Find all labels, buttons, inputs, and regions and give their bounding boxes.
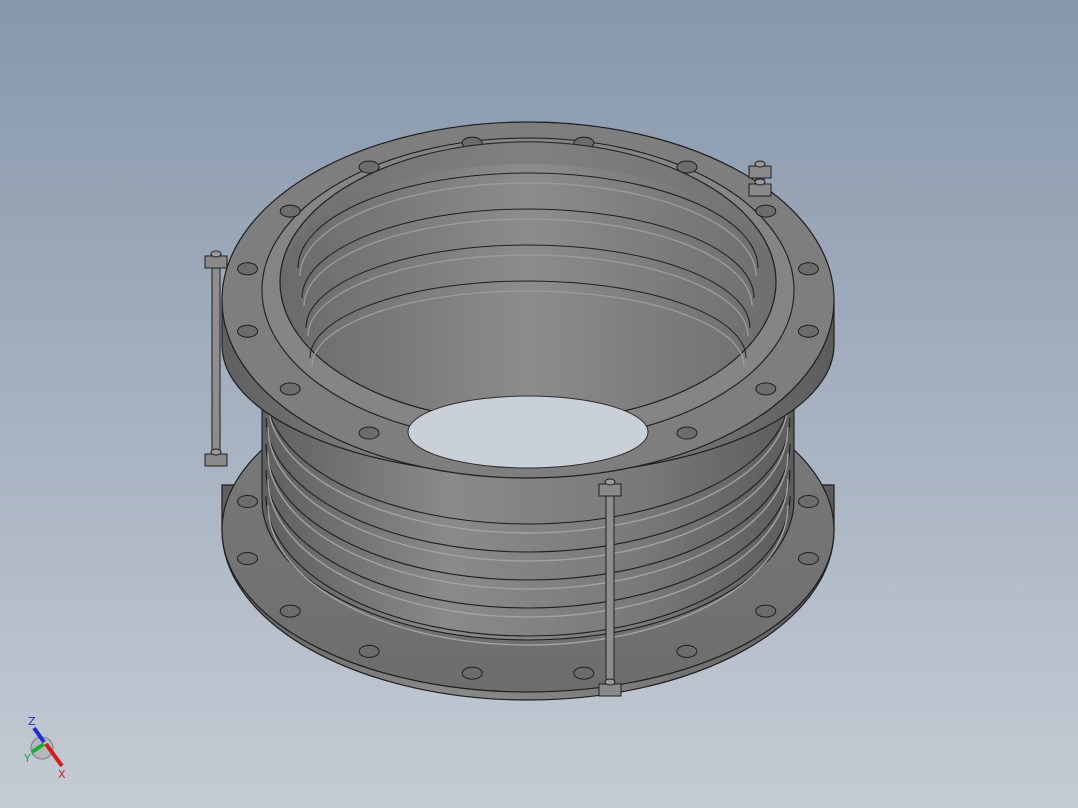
bolt-hole [237,262,258,276]
tie-rod-shaft [211,261,221,461]
bolt-hole [755,382,777,396]
hex-nut [204,453,228,467]
bolt-hole [279,604,301,618]
bolt-hole [676,426,698,440]
rod-end [210,448,222,456]
z-axis-label: Z [28,715,36,728]
bore-through-opening [407,395,649,469]
bolt-hole [755,204,777,218]
rod-end [604,478,616,486]
bolt-hole [798,324,819,338]
bolt-hole [798,552,819,565]
bolt-hole [461,666,483,680]
x-axis-label: X [58,768,66,780]
hex-nut [748,183,772,197]
rod-end [604,678,616,686]
hex-nut [748,165,772,179]
tie-rod-shaft [605,489,615,691]
hex-nut [598,483,622,497]
rod-end [754,160,766,168]
bolt-hole [798,495,819,508]
rod-end [754,178,766,186]
bolt-hole [358,644,380,658]
hex-nut [598,683,622,697]
view-orientation-triad[interactable]: Z Y X [22,708,82,781]
bolt-hole [279,382,301,396]
graphics-viewport[interactable]: Z Y X [0,0,1078,808]
expansion-joint-model[interactable] [0,0,1078,808]
y-axis-label: Y [23,752,31,765]
bolt-hole [358,426,380,440]
bolt-hole [676,644,698,658]
tie-rod[interactable] [748,160,772,197]
bolt-hole [237,495,258,508]
bolt-hole [237,324,258,338]
hex-nut [204,255,228,269]
bolt-hole [755,604,777,618]
bolt-hole [279,204,301,218]
bolt-hole [798,262,819,276]
bolt-hole [573,666,595,680]
bolt-hole [237,552,258,565]
rod-end [210,250,222,258]
